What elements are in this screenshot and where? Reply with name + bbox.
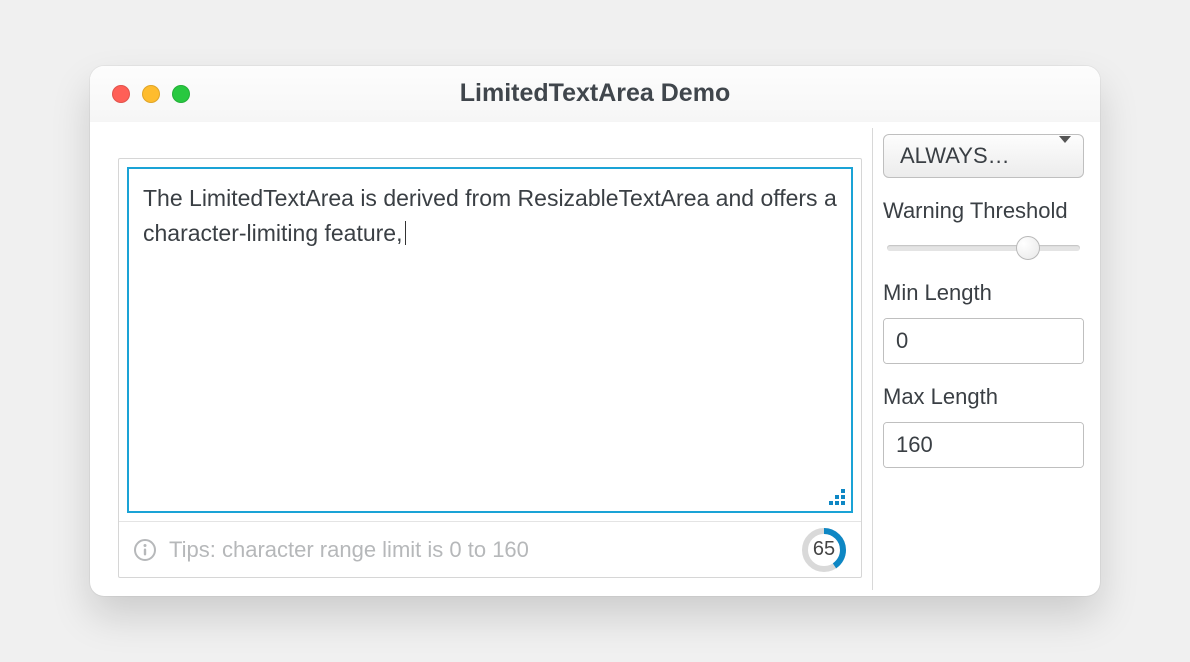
settings-pane: ALWAYS… Warning Threshold Min Length [872, 128, 1094, 590]
slider-track [887, 245, 1080, 251]
min-length-input[interactable] [884, 319, 1084, 363]
chevron-down-icon [1059, 143, 1071, 169]
max-length-spinner[interactable] [883, 422, 1084, 468]
slider-thumb[interactable] [1016, 236, 1040, 260]
char-count-value: 65 [801, 527, 847, 573]
min-length-label: Min Length [883, 280, 1084, 306]
window-body: The LimitedTextArea is derived from Resi… [90, 122, 1100, 596]
caret-icon [405, 221, 406, 245]
main-pane: The LimitedTextArea is derived from Resi… [96, 128, 872, 590]
status-bar: Tips: character range limit is 0 to 160 … [119, 521, 861, 577]
text-input[interactable]: The LimitedTextArea is derived from Resi… [127, 167, 853, 513]
text-content: The LimitedTextArea is derived from Resi… [143, 185, 837, 246]
titlebar: LimitedTextArea Demo [90, 66, 1100, 122]
window-title: LimitedTextArea Demo [90, 79, 1100, 108]
char-counter: 65 [801, 527, 847, 573]
max-length-input[interactable] [884, 423, 1084, 467]
close-window-button[interactable] [112, 85, 130, 103]
warning-threshold-slider[interactable] [883, 236, 1084, 260]
min-length-spinner[interactable] [883, 318, 1084, 364]
mode-dropdown-label: ALWAYS… [900, 143, 1010, 169]
limited-text-area: The LimitedTextArea is derived from Resi… [118, 158, 862, 578]
info-icon [133, 538, 157, 562]
zoom-window-button[interactable] [172, 85, 190, 103]
tips-text: Tips: character range limit is 0 to 160 [169, 537, 789, 563]
window-controls [90, 85, 190, 103]
minimize-window-button[interactable] [142, 85, 160, 103]
resize-handle[interactable] [823, 483, 845, 505]
max-length-label: Max Length [883, 384, 1084, 410]
warning-threshold-label: Warning Threshold [883, 198, 1084, 224]
mode-dropdown[interactable]: ALWAYS… [883, 134, 1084, 178]
app-window: LimitedTextArea Demo The LimitedTextArea… [90, 66, 1100, 596]
